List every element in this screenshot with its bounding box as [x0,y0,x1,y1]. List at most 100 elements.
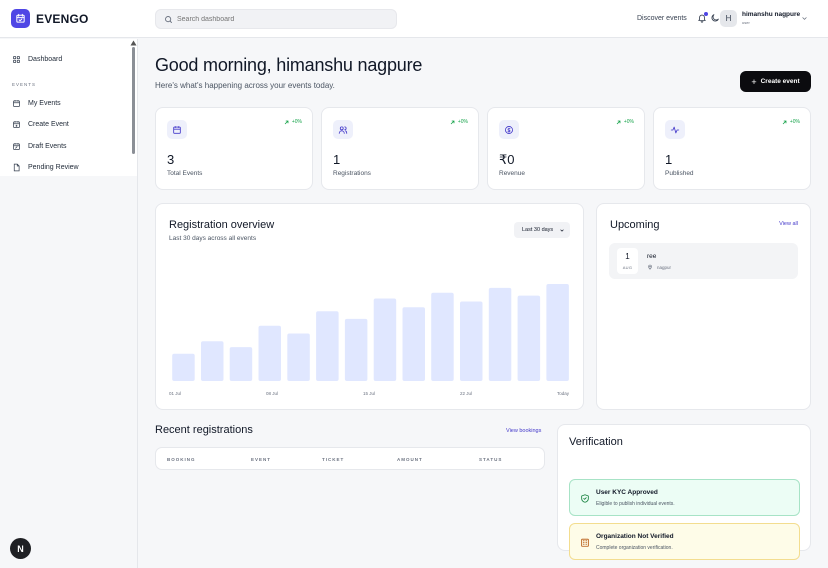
chart-bar [488,287,512,381]
currency-icon [499,120,519,139]
chart-bar [402,307,425,381]
chart-bar [201,341,224,381]
stat-value: ₹0 [499,152,515,167]
upcoming-event-item[interactable]: 1 AUG ree nagpur [609,243,798,279]
chart-bar [316,311,339,381]
column-header: EVENT [251,457,272,462]
users-icon [333,120,353,139]
sidebar-item-dashboard[interactable]: Dashboard [12,52,62,66]
shield-check-icon [581,494,589,503]
view-all-link[interactable]: View all [779,221,798,227]
sidebar-item-draft-events[interactable]: Draft Events [12,139,67,153]
stat-change: +0% [284,119,302,125]
chart-bar [460,301,483,381]
stat-value: 3 [167,152,175,167]
verification-item-kyc[interactable]: User KYC Approved Eligible to publish in… [569,479,800,516]
stat-change: +0% [782,119,800,125]
search-bar[interactable] [155,9,397,29]
stat-card-published[interactable]: +0% 1 Published [653,107,811,190]
event-name: ree [647,253,657,260]
stat-change: +0% [616,119,634,125]
stat-label: Registrations [333,170,371,177]
calendar-edit-icon [13,142,20,150]
stat-card-total-events[interactable]: +0% 3 Total Events [155,107,313,190]
column-header: AMOUNT [397,457,423,462]
create-event-label: Create event [760,78,800,85]
trend-up-icon [450,120,455,124]
chart-bar [546,284,569,381]
moon-icon[interactable] [710,13,720,23]
sidebar-item-create-event[interactable]: Create Event [12,117,69,131]
sidebar-item-label: Pending Review [28,163,79,171]
stat-value: 1 [665,152,673,167]
plus-icon: + [751,76,757,87]
chart-bar [517,295,541,381]
trend-up-icon [616,120,621,124]
event-date: 1 AUG [617,248,638,274]
verification-item-title: User KYC Approved [596,489,658,496]
chart-bar [287,333,310,381]
stat-label: Revenue [499,170,526,177]
search-input[interactable] [177,13,387,26]
grid-icon [13,55,20,63]
x-tick-label: 15 Jul [363,391,375,396]
sidebar-divider [137,39,138,568]
sidebar-scrollbar[interactable] [132,47,135,154]
verification-title: Verification [569,436,623,448]
create-event-button[interactable]: + Create event [740,71,811,92]
calendar-icon [13,99,20,107]
upcoming-card: Upcoming View all 1 AUG ree nagpur [596,203,811,410]
avatar[interactable]: H [720,10,737,27]
map-pin-icon [648,264,652,270]
stat-label: Published [665,170,694,177]
activity-icon [665,120,685,139]
verification-item-organization[interactable]: Organization Not Verified Complete organ… [569,523,800,560]
stat-value: 1 [333,152,341,167]
sidebar-item-label: Draft Events [28,142,67,150]
chart-bar [258,325,281,381]
calendar-plus-icon [13,120,20,128]
recent-registrations-title: Recent registrations [155,424,253,436]
chart-bar [229,347,253,381]
registration-overview-card: Registration overview Last 30 days acros… [155,203,584,410]
logo-icon[interactable] [11,9,30,28]
stat-change: +0% [450,119,468,125]
stat-label: Total Events [167,170,203,177]
verification-item-title: Organization Not Verified [596,533,674,540]
registrations-table-header: BOOKING EVENT TICKET AMOUNT STATUS [155,447,545,470]
search-icon [165,16,172,23]
calendar-icon [167,120,187,139]
page-title: Good morning, himanshu nagpure [155,55,423,75]
file-icon [13,163,20,171]
floating-action-button[interactable]: N [10,538,31,559]
trend-up-icon [284,120,289,124]
scroll-up-arrow[interactable] [130,40,137,46]
registration-chart: 01 Jul 08 Jul 15 Jul 22 Jul Today [169,284,570,396]
sidebar-item-pending-review[interactable]: Pending Review [12,160,79,174]
sidebar-item-label: Create Event [28,120,69,128]
sidebar-item-label: Dashboard [28,55,63,63]
verification-item-desc: Eligible to publish individual events. [596,501,675,507]
chart-bar [172,353,195,381]
app-name[interactable]: EVENGO [36,12,89,26]
user-role: user [742,20,750,25]
discover-events-link[interactable]: Discover events [637,15,687,22]
sidebar-item-my-events[interactable]: My Events [12,96,61,110]
x-tick-label: 01 Jul [169,391,181,396]
user-name[interactable]: himanshu nagpure [742,11,800,18]
top-bar: EVENGO Discover events H himanshu nagpur… [0,0,828,38]
building-icon [581,538,589,547]
x-tick-label: Today [557,391,570,396]
chart-bar [373,298,397,381]
chart-bar [431,292,454,381]
event-day: 1 [625,252,630,261]
event-month: AUG [622,265,633,270]
sidebar-section-label: EVENTS [12,82,37,87]
x-tick-label: 08 Jul [266,391,278,396]
view-bookings-link[interactable]: View bookings [506,428,541,434]
chart-bar [344,318,368,381]
column-header: STATUS [479,457,503,462]
chevron-down-icon[interactable] [801,15,808,22]
stat-card-registrations[interactable]: +0% 1 Registrations [321,107,479,190]
stat-card-revenue[interactable]: +0% ₹0 Revenue [487,107,645,190]
